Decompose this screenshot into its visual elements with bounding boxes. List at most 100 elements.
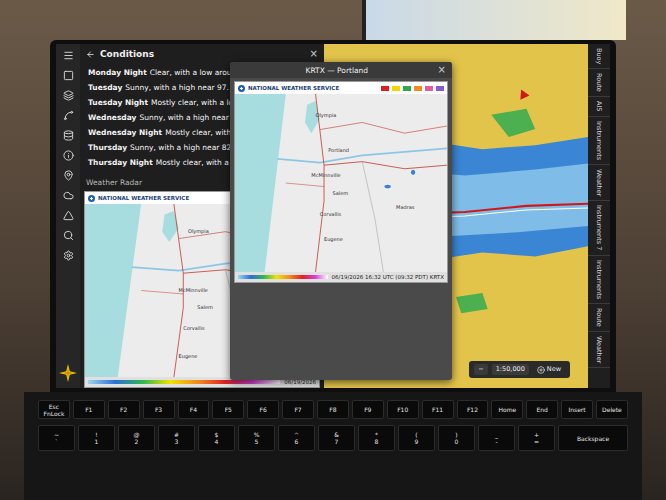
side-tabs: BuoyRouteAISInstrumentsWeatherInstrument… [588, 44, 610, 388]
function-key-row: EscFnLockF1F2F3F4F5F6F7F8F9F10F11F12Home… [38, 400, 628, 419]
legend-swatch [403, 86, 411, 91]
plus-circle-icon [537, 366, 545, 374]
key[interactable]: ~` [38, 425, 75, 451]
key[interactable]: F10 [387, 400, 419, 419]
route-icon[interactable] [63, 110, 74, 121]
settings-icon[interactable] [63, 250, 74, 261]
key[interactable]: %5 [238, 425, 275, 451]
window-body: NATIONAL WEATHER SERVICE Olympia Portland M… [230, 78, 452, 286]
forecast-period: Tuesday [88, 83, 122, 93]
key[interactable]: Delete [596, 400, 628, 419]
key[interactable]: F5 [212, 400, 244, 419]
key[interactable]: Backspace [558, 425, 628, 451]
city-label: McMinnville [179, 287, 208, 293]
window-title: KRTX — Portland [236, 66, 438, 75]
key[interactable]: F4 [178, 400, 210, 419]
map-toolbar: −1:50,000 New [469, 361, 570, 378]
nws-logo-icon [238, 85, 245, 92]
city-label: Eugene [179, 353, 198, 359]
key[interactable]: F6 [247, 400, 279, 419]
laptop-lid: Conditions×Monday NightClear, with a low… [50, 40, 616, 392]
forecast-period: Wednesday [88, 113, 136, 123]
radar-footer: 06/19/2026 16:32 UTC (09:32 PDT) KRTX [235, 272, 447, 282]
key[interactable]: #3 [158, 425, 195, 451]
city-label: Salem [197, 304, 213, 310]
external-monitor [362, 0, 626, 40]
city-label: Eugene [324, 236, 343, 242]
forecast-text: Sunny, with a high near 82. [130, 143, 234, 153]
number-key-row: ~`!1@2#3$4%5^6&7*8(9)0_-+=Backspace [38, 425, 628, 451]
workspace: Conditions×Monday NightClear, with a low… [80, 44, 610, 388]
key[interactable]: F11 [422, 400, 454, 419]
keyboard: EscFnLockF1F2F3F4F5F6F7F8F9F10F11F12Home… [24, 392, 642, 500]
key[interactable]: F12 [457, 400, 489, 419]
key[interactable]: (9 [398, 425, 435, 451]
side-tab[interactable]: Weather [588, 332, 610, 368]
city-label: Madras [396, 204, 414, 210]
key[interactable]: F3 [143, 400, 175, 419]
forecast-period: Thursday [88, 143, 127, 153]
close-button[interactable]: × [310, 49, 318, 59]
city-label: Salem [333, 190, 349, 196]
side-tab[interactable]: Instruments 7 [588, 201, 610, 255]
city-label: Olympia [316, 112, 337, 118]
app-screen: Conditions×Monday NightClear, with a low… [56, 44, 610, 388]
agency-name: NATIONAL WEATHER SERVICE [98, 195, 250, 201]
key[interactable]: += [518, 425, 555, 451]
layers-icon[interactable] [63, 90, 74, 101]
zoom-out-button[interactable]: − [474, 364, 487, 375]
key[interactable]: F8 [317, 400, 349, 419]
scale-field[interactable]: 1:50,000 [492, 364, 529, 375]
legend-swatch [381, 86, 389, 91]
key[interactable]: $4 [198, 425, 235, 451]
forecast-period: Wednesday Night [88, 128, 162, 138]
photo-scene: Conditions×Monday NightClear, with a low… [0, 0, 666, 500]
key[interactable]: )0 [438, 425, 475, 451]
key[interactable]: *8 [358, 425, 395, 451]
city-label: Portland [328, 147, 349, 153]
waypoint-icon[interactable] [63, 170, 74, 181]
radar-window[interactable]: KRTX — Portland×NATIONAL WEATHER SERVICE… [230, 62, 452, 380]
key[interactable]: End [526, 400, 558, 419]
chart-icon[interactable] [63, 70, 74, 81]
side-tab[interactable]: Route [588, 69, 610, 97]
key[interactable]: !1 [78, 425, 115, 451]
key[interactable]: Insert [561, 400, 593, 419]
intensity-scale [238, 275, 328, 279]
back-arrow-icon[interactable] [86, 50, 95, 59]
key[interactable]: F1 [73, 400, 105, 419]
key[interactable]: EscFnLock [38, 400, 70, 419]
background-desk [0, 0, 666, 40]
info-icon[interactable] [63, 150, 74, 161]
forecast-text: Sunny, with a high near 97. [125, 83, 229, 93]
database-icon[interactable] [63, 130, 74, 141]
key[interactable]: Home [491, 400, 523, 419]
mark-icon[interactable] [63, 210, 74, 221]
intensity-scale [88, 380, 280, 384]
key[interactable]: _- [478, 425, 515, 451]
window-title-bar[interactable]: KRTX — Portland× [230, 62, 452, 78]
side-tab[interactable]: AIS [588, 97, 610, 117]
panel-title: Conditions [100, 49, 305, 59]
key[interactable]: @2 [118, 425, 155, 451]
legend-swatch [425, 86, 433, 91]
key[interactable]: ^6 [278, 425, 315, 451]
key[interactable]: &7 [318, 425, 355, 451]
key[interactable]: F9 [352, 400, 384, 419]
side-tab[interactable]: Weather [588, 165, 610, 201]
key[interactable]: F7 [282, 400, 314, 419]
new-button[interactable]: New [533, 364, 565, 375]
radar-header: NATIONAL WEATHER SERVICE [235, 82, 447, 94]
menu-icon[interactable] [63, 50, 74, 61]
forecast-period: Tuesday Night [88, 98, 148, 108]
side-tab[interactable]: Instruments [588, 256, 610, 304]
city-label: Olympia [188, 228, 209, 234]
nws-logo-icon [88, 195, 95, 202]
key[interactable]: F2 [108, 400, 140, 419]
side-tab[interactable]: Route [588, 304, 610, 332]
search-icon[interactable] [63, 230, 74, 241]
side-tab[interactable]: Instruments [588, 117, 610, 165]
side-tab[interactable]: Buoy [588, 44, 610, 69]
window-close-button[interactable]: × [438, 65, 446, 75]
weather-icon[interactable] [63, 190, 74, 201]
